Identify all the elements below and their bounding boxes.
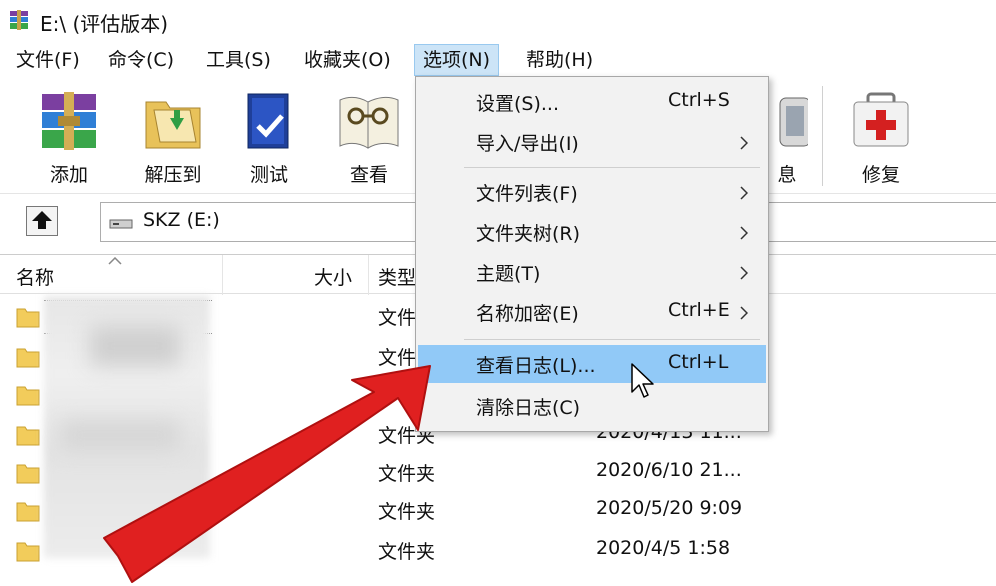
red-annotation-arrow-icon [103, 365, 431, 583]
